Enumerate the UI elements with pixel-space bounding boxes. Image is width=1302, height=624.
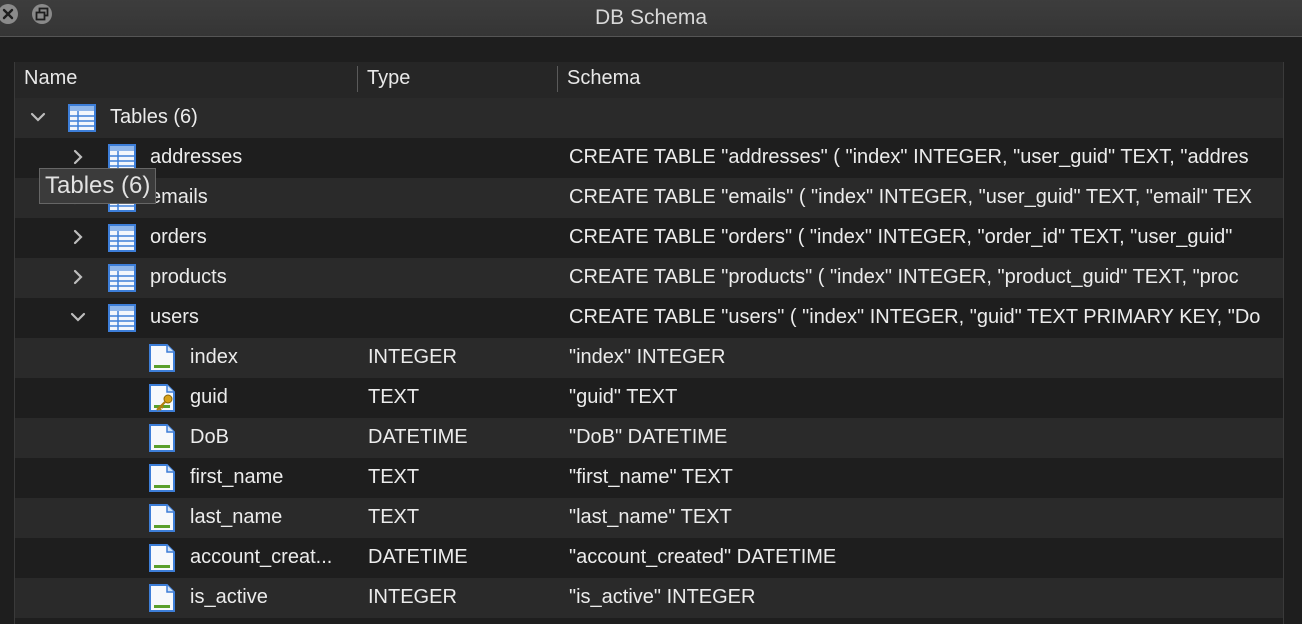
column-header: Name Type Schema (15, 62, 1283, 99)
row-type: TEXT (368, 386, 420, 408)
row-type: DATETIME (368, 426, 468, 448)
schema-tree[interactable]: Name Type Schema Tables (6) addresses CREA… (14, 62, 1284, 624)
row-name: Tables (6) (110, 106, 198, 128)
row-schema: "guid" TEXT (569, 386, 678, 408)
row-name: DoB (190, 426, 229, 448)
field-icon (148, 423, 176, 453)
column-header-name[interactable]: Name (24, 67, 77, 90)
tree-row-table[interactable]: emails CREATE TABLE "emails" ( "index" IN… (15, 178, 1283, 218)
table-icon (108, 223, 136, 253)
column-resize-handle[interactable] (357, 66, 358, 92)
field-icon (148, 343, 176, 373)
field-icon (148, 543, 176, 573)
row-name: guid (190, 386, 228, 408)
tree-row-table[interactable]: orders CREATE TABLE "orders" ( "index" IN… (15, 218, 1283, 258)
row-schema: "DoB" DATETIME (569, 426, 728, 448)
row-schema: "first_name" TEXT (569, 466, 733, 488)
chevron-right-icon[interactable] (67, 146, 89, 168)
row-type: TEXT (368, 506, 420, 528)
row-schema: CREATE TABLE "addresses" ( "index" INTEG… (569, 146, 1249, 168)
tooltip: Tables (6) (39, 168, 157, 204)
row-name: addresses (150, 146, 243, 168)
table-icon (108, 263, 136, 293)
row-type: INTEGER (368, 586, 457, 608)
tree-row-tables-group[interactable]: Tables (6) (15, 98, 1283, 138)
row-name: is_active (190, 586, 268, 608)
tree-row-table[interactable]: users CREATE TABLE "users" ( "index" INTE… (15, 298, 1283, 338)
row-schema: CREATE TABLE "users" ( "index" INTEGER, … (569, 306, 1261, 328)
tree-row-field[interactable]: is_active INTEGER "is_active" INTEGER (15, 578, 1283, 618)
row-name: users (150, 306, 199, 328)
tree-row-field[interactable]: index INTEGER "index" INTEGER (15, 338, 1283, 378)
row-schema: "index" INTEGER (569, 346, 726, 368)
row-name: emails (150, 186, 208, 208)
tree-row-field[interactable]: guid TEXT "guid" TEXT (15, 378, 1283, 418)
primary-key-field-icon (148, 383, 176, 413)
window-title: DB Schema (594, 6, 708, 29)
row-schema: "last_name" TEXT (569, 506, 732, 528)
tree-row-field[interactable]: account_creat... DATETIME "account_created… (15, 538, 1283, 578)
tree-row-field[interactable]: first_name TEXT "first_name" TEXT (15, 458, 1283, 498)
row-name: account_creat... (190, 546, 333, 568)
table-icon (68, 103, 96, 133)
table-icon (108, 303, 136, 333)
chevron-down-icon[interactable] (27, 106, 49, 128)
row-schema: CREATE TABLE "products" ( "index" INTEGE… (569, 266, 1239, 288)
row-name: products (150, 266, 227, 288)
chevron-down-icon[interactable] (67, 306, 89, 328)
row-schema: CREATE TABLE "orders" ( "index" INTEGER,… (569, 226, 1233, 248)
tree-row-field[interactable]: last_name TEXT "last_name" TEXT (15, 498, 1283, 538)
tree-row-field[interactable]: DoB DATETIME "DoB" DATETIME (15, 418, 1283, 458)
tree-row-table[interactable]: addresses CREATE TABLE "addresses" ( "ind… (15, 138, 1283, 178)
window-titlebar: DB Schema (0, 0, 1302, 37)
row-type: TEXT (368, 466, 420, 488)
field-icon (148, 503, 176, 533)
tree-row-table[interactable]: products CREATE TABLE "products" ( "index… (15, 258, 1283, 298)
row-schema: "account_created" DATETIME (569, 546, 837, 568)
row-schema: "is_active" INTEGER (569, 586, 756, 608)
row-type: INTEGER (368, 346, 457, 368)
field-icon (148, 463, 176, 493)
chevron-right-icon[interactable] (67, 266, 89, 288)
row-name: first_name (190, 466, 284, 488)
column-resize-handle[interactable] (557, 66, 558, 92)
row-name: last_name (190, 506, 283, 528)
chevron-right-icon[interactable] (67, 226, 89, 248)
row-type: DATETIME (368, 546, 468, 568)
tree-rows: Tables (6) addresses CREATE TABLE "address… (15, 98, 1283, 618)
column-header-type[interactable]: Type (367, 67, 410, 90)
row-name: orders (150, 226, 207, 248)
column-header-schema[interactable]: Schema (567, 67, 640, 90)
row-name: index (190, 346, 238, 368)
row-schema: CREATE TABLE "emails" ( "index" INTEGER,… (569, 186, 1252, 208)
field-icon (148, 583, 176, 613)
